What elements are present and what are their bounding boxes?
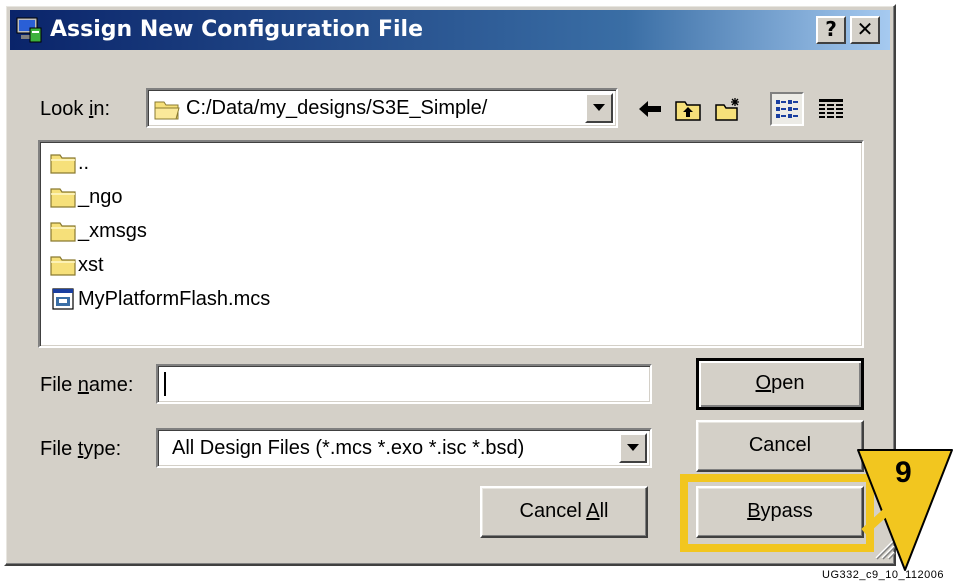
- open-button[interactable]: Open: [696, 358, 864, 410]
- look-in-combobox[interactable]: C:/Data/my_designs/S3E_Simple/: [146, 88, 618, 128]
- file-list[interactable]: .. _ngo _xmsgs xst MyPlatformFlash.mcs: [38, 140, 864, 348]
- bypass-highlight-box: [680, 474, 874, 552]
- look-in-dropdown-button[interactable]: [585, 93, 613, 123]
- file-icon: [52, 288, 74, 310]
- file-type-dropdown-button[interactable]: [619, 433, 647, 463]
- file-name-input[interactable]: [156, 364, 652, 404]
- up-folder-icon[interactable]: [674, 96, 702, 122]
- file-name: MyPlatformFlash.mcs: [78, 287, 271, 310]
- list-view-icon: [776, 100, 798, 118]
- title-bar[interactable]: Assign New Configuration File ? ✕: [10, 10, 890, 50]
- look-in-label: Look in:: [40, 98, 111, 120]
- file-name: ..: [78, 151, 90, 174]
- figure-id: UG332_c9_10_112006: [822, 569, 944, 581]
- file-name: _xmsgs: [78, 219, 147, 242]
- file-type-combobox[interactable]: All Design Files (*.mcs *.exo *.isc *.bs…: [156, 428, 652, 468]
- text-caret: [164, 372, 166, 396]
- app-icon: [16, 17, 42, 43]
- open-folder-icon: [154, 101, 180, 120]
- cancel-all-button[interactable]: Cancel All: [480, 486, 648, 538]
- folder-icon: [50, 154, 76, 174]
- details-view-icon[interactable]: [818, 98, 844, 120]
- list-item[interactable]: ..: [50, 146, 89, 180]
- help-button[interactable]: ?: [816, 16, 846, 44]
- list-item[interactable]: _xmsgs: [50, 214, 147, 248]
- list-view-button[interactable]: [770, 92, 804, 126]
- dialog-title: Assign New Configuration File: [50, 17, 424, 42]
- list-item[interactable]: MyPlatformFlash.mcs: [50, 282, 270, 316]
- back-arrow-icon[interactable]: [636, 96, 664, 122]
- folder-icon: [50, 188, 76, 208]
- list-item[interactable]: xst: [50, 248, 104, 282]
- file-type-label: File type:: [40, 438, 122, 460]
- file-name: _ngo: [78, 185, 123, 208]
- list-item[interactable]: _ngo: [50, 180, 123, 214]
- file-name-label: File name:: [40, 374, 134, 396]
- callout-number: 9: [895, 456, 912, 489]
- folder-icon: [50, 222, 76, 242]
- new-folder-icon[interactable]: [714, 96, 742, 122]
- cancel-button[interactable]: Cancel: [696, 420, 864, 472]
- folder-icon: [50, 256, 76, 276]
- look-in-path: C:/Data/my_designs/S3E_Simple/: [186, 97, 488, 119]
- file-type-value: All Design Files (*.mcs *.exo *.isc *.bs…: [172, 437, 525, 459]
- file-name: xst: [78, 253, 104, 276]
- close-button[interactable]: ✕: [850, 16, 880, 44]
